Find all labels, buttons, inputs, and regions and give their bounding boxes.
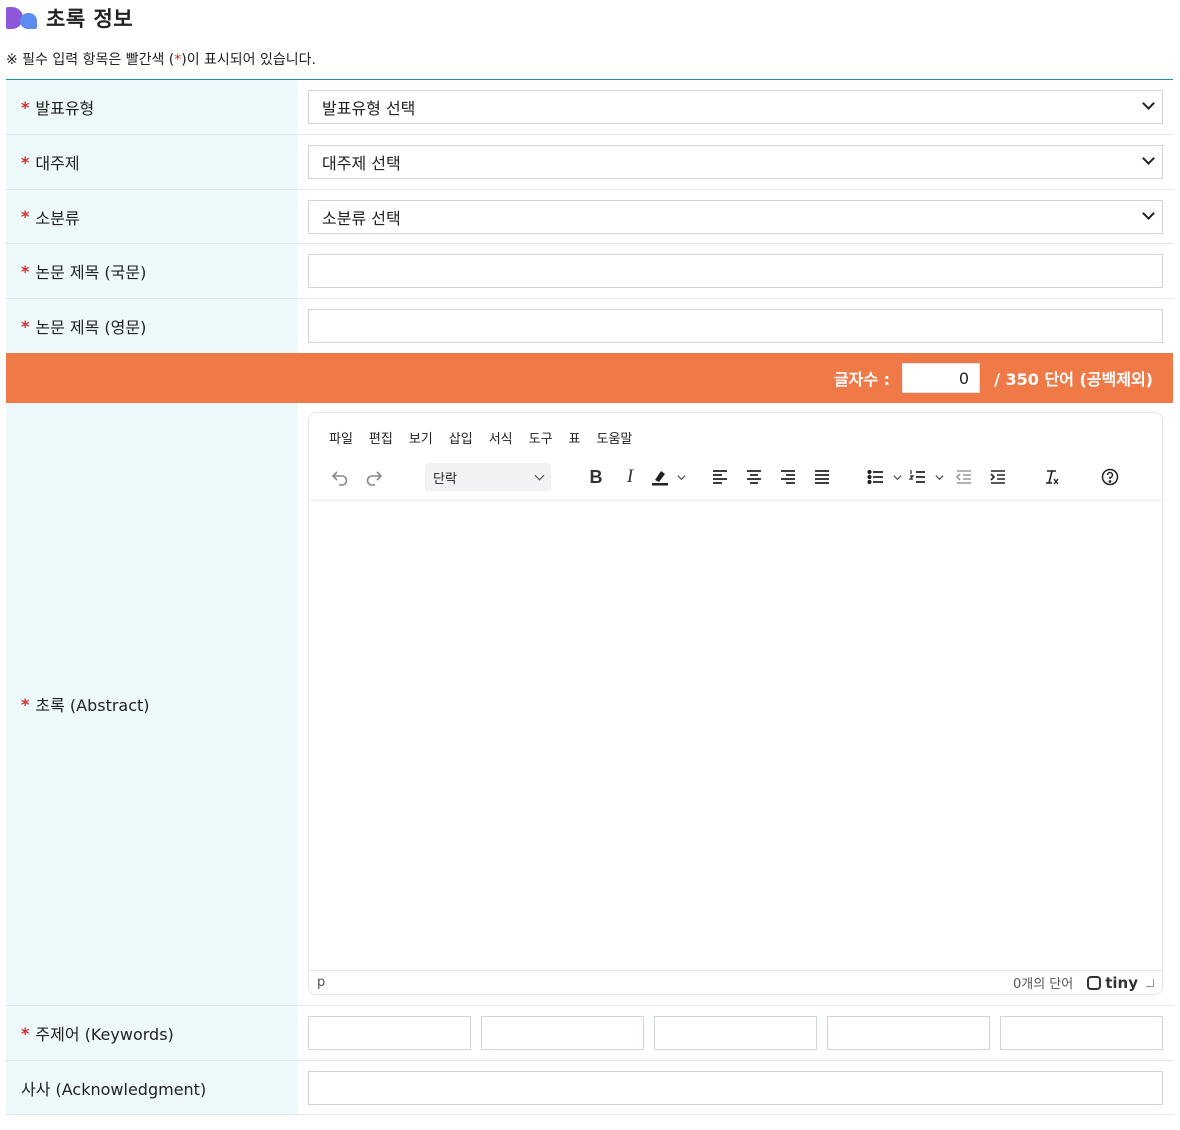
menu-view[interactable]: 보기: [401, 424, 441, 451]
row-presentation-type: * 발표유형 발표유형 선택: [6, 80, 1173, 135]
keyword-input-5[interactable]: [1000, 1016, 1163, 1050]
menu-help[interactable]: 도움말: [589, 424, 641, 451]
numbered-list-icon[interactable]: [905, 462, 931, 492]
numbered-list-caret-icon[interactable]: [931, 462, 947, 492]
menu-edit[interactable]: 편집: [361, 424, 401, 451]
block-format-select[interactable]: 단락: [425, 463, 551, 491]
bullet-list-icon[interactable]: [863, 462, 889, 492]
align-justify-icon[interactable]: [805, 462, 839, 492]
align-left-icon[interactable]: [703, 462, 737, 492]
keyword-input-4[interactable]: [827, 1016, 990, 1050]
row-keywords: * 주제어 (Keywords): [6, 1006, 1173, 1061]
label-title-kr: * 논문 제목 (국문): [6, 244, 298, 298]
editor-content-area[interactable]: [309, 505, 1162, 971]
row-acknowledgment: 사사 (Acknowledgment): [6, 1061, 1173, 1115]
highlight-icon[interactable]: [647, 462, 673, 492]
word-count-bar: 글자수 : 0 / 350 단어 (공백제외): [6, 353, 1173, 403]
italic-icon[interactable]: I: [613, 462, 647, 492]
bullet-list-caret-icon[interactable]: [889, 462, 905, 492]
menu-file[interactable]: 파일: [321, 424, 361, 451]
element-path[interactable]: p: [317, 975, 1013, 990]
main-topic-select[interactable]: 대주제 선택: [308, 145, 1163, 179]
word-count-label: 글자수 :: [833, 370, 891, 389]
menu-insert[interactable]: 삽입: [441, 424, 481, 451]
editor-statusbar: p 0개의 단어 tiny: [309, 970, 1162, 994]
title-en-input[interactable]: [308, 309, 1163, 343]
menu-tools[interactable]: 도구: [521, 424, 561, 451]
keyword-input-2[interactable]: [481, 1016, 644, 1050]
resize-handle-icon[interactable]: [1146, 978, 1154, 987]
word-count-value: 0: [902, 363, 981, 393]
menu-format[interactable]: 서식: [481, 424, 521, 451]
keyword-input-1[interactable]: [308, 1016, 471, 1050]
chevron-down-icon: [1142, 152, 1155, 165]
abstract-form: * 발표유형 발표유형 선택 * 대주제 대주제 선택 * 소분류 소분류 선택 * 논…: [6, 79, 1173, 1115]
indent-icon[interactable]: [981, 462, 1015, 492]
row-title-en: * 논문 제목 (영문): [6, 299, 1173, 353]
label-main-topic: * 대주제: [6, 135, 298, 189]
chevron-down-icon: [534, 470, 545, 481]
tiny-logo-icon: [1087, 975, 1102, 990]
row-abstract: *초록 (Abstract) 파일 편집 보기 삽입 서식 도구 표 도움말: [6, 403, 1173, 1006]
presentation-type-select[interactable]: 발표유형 선택: [308, 90, 1163, 124]
label-presentation-type: * 발표유형: [6, 80, 298, 134]
acknowledgment-input[interactable]: [308, 1070, 1163, 1105]
presentation-logo-icon: [6, 7, 38, 29]
label-abstract: * 초록 (Abstract): [6, 403, 298, 1005]
highlight-caret-icon[interactable]: [673, 462, 689, 492]
title-kr-input[interactable]: [308, 254, 1163, 288]
row-main-topic: * 대주제 대주제 선택: [6, 135, 1173, 190]
page-header: 초록 정보: [6, 4, 133, 32]
outdent-icon[interactable]: [947, 462, 981, 492]
row-title-kr: * 논문 제목 (국문): [6, 244, 1173, 299]
chevron-down-icon: [1142, 206, 1155, 220]
editor-menubar: 파일 편집 보기 삽입 서식 도구 표 도움말: [309, 413, 1162, 455]
align-center-icon[interactable]: [737, 462, 771, 492]
editor-word-count[interactable]: 0개의 단어: [1013, 973, 1073, 992]
label-subcategory: * 소분류: [6, 190, 298, 243]
menu-table[interactable]: 표: [561, 424, 589, 451]
abstract-editor: 파일 편집 보기 삽입 서식 도구 표 도움말 단락 B I p 0개의 단어 …: [308, 412, 1163, 995]
row-subcategory: * 소분류 소분류 선택: [6, 190, 1173, 244]
page-title: 초록 정보: [46, 7, 134, 31]
label-title-en: * 논문 제목 (영문): [6, 299, 298, 353]
clear-formatting-icon[interactable]: [1035, 462, 1069, 492]
keyword-input-3[interactable]: [654, 1016, 817, 1050]
help-icon[interactable]: [1093, 462, 1127, 492]
align-right-icon[interactable]: [771, 462, 805, 492]
label-keywords: * 주제어 (Keywords): [6, 1006, 298, 1060]
word-count-limit: / 350 단어 (공백제외): [994, 370, 1153, 389]
chevron-down-icon: [1142, 97, 1155, 110]
required-notice: ※ 필수 입력 항목은 빨간색 (*)이 표시되어 있습니다.: [6, 52, 316, 68]
label-acknowledgment: 사사 (Acknowledgment): [6, 1061, 298, 1114]
tiny-logo[interactable]: tiny: [1087, 974, 1138, 992]
undo-icon[interactable]: [323, 462, 357, 492]
editor-toolbar: 단락 B I: [309, 455, 1162, 499]
bold-icon[interactable]: B: [579, 462, 613, 492]
redo-icon[interactable]: [357, 462, 391, 492]
subcategory-select[interactable]: 소분류 선택: [308, 199, 1163, 234]
